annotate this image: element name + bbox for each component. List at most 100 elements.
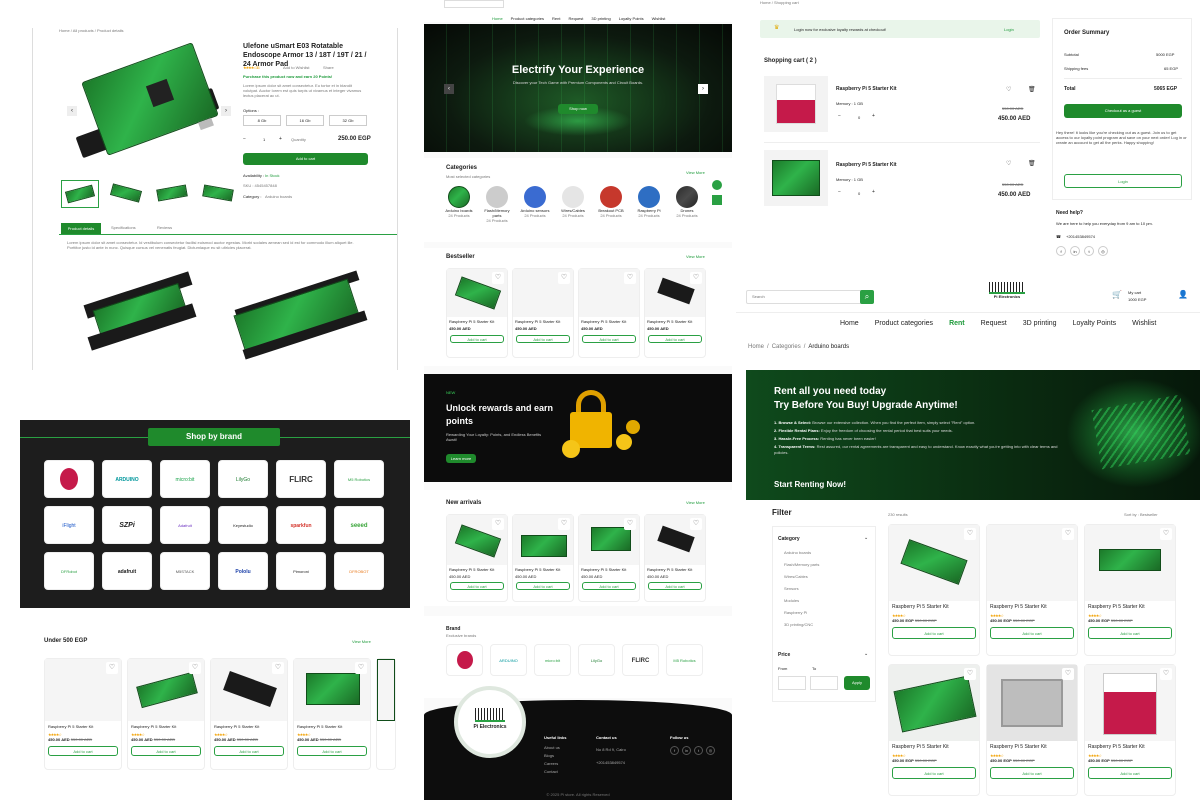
product-card[interactable]: ♡ Raspberry Pi 5 Starter Kit ★★★★☆ 450.0… — [127, 658, 205, 770]
add-to-cart-button[interactable]: Add to cart — [516, 335, 570, 343]
cart-item-2-trash-icon[interactable]: 🗑 — [1028, 160, 1036, 167]
add-to-cart-button[interactable]: Add to cart — [450, 335, 504, 343]
hero-shop-button[interactable]: Shop now — [558, 104, 598, 114]
summary-login-button[interactable]: Login — [1064, 174, 1182, 188]
wishlist-heart-icon[interactable]: ♡ — [624, 272, 636, 284]
brand-microbit-logo[interactable]: micro:bit — [534, 644, 571, 676]
product-card[interactable]: ♡ Raspberry Pi 5 Starter Kit 450.00 AED A… — [644, 514, 706, 602]
share-link[interactable]: Share — [323, 65, 334, 70]
product-card[interactable]: ♡ Raspberry Pi 5 Starter Kit ★★★★☆ 450.0… — [1084, 524, 1176, 656]
add-to-cart-button[interactable]: Add to cart — [892, 767, 976, 779]
filter-option[interactable]: Flash/Memory parts — [784, 562, 819, 574]
rent-nav-rent[interactable]: Rent — [949, 320, 965, 327]
product-card[interactable]: ♡ Raspberry Pi 5 Starter Kit ★★★★☆ 450.0… — [888, 664, 980, 796]
wishlist-heart-icon[interactable]: ♡ — [624, 518, 636, 530]
wishlist-heart-icon[interactable]: ♡ — [964, 668, 976, 680]
category-item[interactable]: Wires/Cables 24 Products — [558, 186, 588, 223]
product-card[interactable]: ♡ Raspberry Pi 5 Starter Kit ★★★★☆ 450.0… — [210, 658, 288, 770]
linkedin-icon[interactable]: in — [682, 746, 691, 755]
wishlist-heart-icon[interactable]: ♡ — [964, 528, 976, 540]
apply-button[interactable]: Apply — [844, 676, 870, 690]
wishlist-heart-icon[interactable]: ♡ — [690, 518, 702, 530]
sort-select[interactable]: Sort by : Bestseller — [1124, 512, 1158, 517]
wishlist-heart-icon[interactable]: ♡ — [558, 272, 570, 284]
add-to-cart-button[interactable]: Add to cart — [582, 335, 636, 343]
filter-option[interactable]: 3D printing/CNC — [784, 622, 819, 634]
add-to-cart-button[interactable]: Add to cart — [1088, 767, 1172, 779]
add-to-cart-button[interactable]: Add to cart — [990, 627, 1074, 639]
brand-pololu-logo[interactable]: Pololu — [218, 552, 268, 590]
add-to-cart-button[interactable]: Add to cart — [1088, 627, 1172, 639]
filter-option[interactable]: Modules — [784, 598, 819, 610]
brand-arduino-logo[interactable]: ARDUINO — [102, 460, 152, 498]
thumbnail-1[interactable] — [61, 180, 99, 208]
rewards-learn-button[interactable]: Learn more — [446, 454, 476, 463]
next-image-arrow[interactable]: › — [221, 106, 231, 116]
filter-option[interactable]: Arduino boards — [784, 550, 819, 562]
product-card[interactable]: ♡ Raspberry Pi 5 Starter Kit 450.00 AED A… — [512, 268, 574, 358]
cart-item-2-qty[interactable]: 0 — [858, 191, 860, 196]
wishlist-heart-icon[interactable]: ♡ — [1160, 528, 1172, 540]
cart-item-1-minus[interactable]: − — [838, 113, 841, 119]
brand-m5-logo[interactable]: M5 Robotics — [666, 644, 703, 676]
rent-nav-categories[interactable]: Product categories — [875, 320, 933, 327]
filter-category-chevron-icon[interactable]: ⌄ — [864, 535, 868, 541]
price-to-input[interactable] — [810, 676, 838, 690]
nav-home[interactable]: Home — [492, 16, 503, 21]
brand-microbit-logo[interactable]: micro:bit — [160, 460, 210, 498]
brand-pimoroni-logo[interactable]: Pimoroni — [276, 552, 326, 590]
add-to-cart-button[interactable]: Add to cart — [450, 582, 504, 590]
brand-szpi-logo[interactable]: SZPi — [102, 506, 152, 544]
footer-link-about[interactable]: About us — [544, 745, 560, 750]
cart-item-1-qty[interactable]: 0 — [858, 115, 860, 120]
wishlist-heart-icon[interactable]: ♡ — [492, 518, 504, 530]
nav-3d-printing[interactable]: 3D printing — [591, 16, 610, 21]
brand-adafruit-black-logo[interactable]: adafruit — [102, 552, 152, 590]
qty-value[interactable]: 1 — [263, 137, 265, 142]
brand-lilygo-logo[interactable]: LilyGo — [218, 460, 268, 498]
product-card[interactable]: ♡ Raspberry Pi 5 Starter Kit ★★★★☆ 450.0… — [986, 664, 1078, 796]
tab-reviews[interactable]: Reviews — [157, 225, 172, 230]
wishlist-heart-icon[interactable]: ♡ — [189, 662, 201, 674]
add-to-cart-button[interactable]: Add to cart — [892, 627, 976, 639]
product-card[interactable]: ♡ Raspberry Pi 5 Starter Kit 450.00 AED A… — [512, 514, 574, 602]
user-icon[interactable]: 👤 — [1178, 290, 1188, 299]
nav-rent[interactable]: Rent — [552, 16, 560, 21]
twitter-icon[interactable]: t — [1084, 246, 1094, 256]
option-16gb[interactable]: 16 Gb — [286, 115, 324, 126]
wishlist-heart-icon[interactable]: ♡ — [1062, 528, 1074, 540]
brand-flirc-logo[interactable]: FLIRC — [276, 460, 326, 498]
brand-seeed-logo[interactable]: seeed — [334, 506, 384, 544]
thumbnail-2[interactable] — [107, 180, 145, 208]
linkedin-icon[interactable]: in — [1070, 246, 1080, 256]
brand-adafruit-logo[interactable]: Adafruit — [160, 506, 210, 544]
rent-nav-wishlist[interactable]: Wishlist — [1132, 320, 1156, 327]
wishlist-heart-icon[interactable]: ♡ — [1160, 668, 1172, 680]
cart-item-2-heart-icon[interactable]: ♡ — [1006, 160, 1011, 167]
brand-raspberry-logo[interactable] — [446, 644, 483, 676]
brand-m5stack-logo[interactable]: M5STACK — [160, 552, 210, 590]
rent-nav-loyalty[interactable]: Loyalty Points — [1073, 320, 1117, 327]
filter-category-title[interactable]: Category — [778, 536, 800, 542]
add-to-cart-button[interactable]: Add to cart — [214, 746, 284, 756]
instagram-icon[interactable]: ◎ — [706, 746, 715, 755]
brand-lilygo-logo[interactable]: LilyGo — [578, 644, 615, 676]
home-search-input[interactable] — [444, 0, 504, 8]
add-to-cart-button[interactable]: Add to cart — [582, 582, 636, 590]
tab-specifications[interactable]: Specifications — [111, 225, 136, 230]
product-card[interactable]: ♡ Raspberry Pi 5 Starter Kit 450.00 AED A… — [578, 268, 640, 358]
prev-image-arrow[interactable]: ‹ — [67, 106, 77, 116]
category-item[interactable]: Arduino sensors 24 Products — [520, 186, 550, 223]
add-to-cart-button[interactable]: Add to cart — [131, 746, 201, 756]
product-card[interactable]: ♡ Raspberry Pi 5 Starter Kit ★★★★☆ 450.0… — [1084, 664, 1176, 796]
product-card[interactable]: ♡ Raspberry Pi 5 Starter Kit ★★★★☆ 450.0… — [986, 524, 1078, 656]
nav-wishlist[interactable]: Wishlist — [652, 16, 666, 21]
rent-nav-request[interactable]: Request — [981, 320, 1007, 327]
nav-product-categories[interactable]: Product categories — [511, 16, 544, 21]
facebook-icon[interactable]: f — [1056, 246, 1066, 256]
brand-dfrobot-orange-logo[interactable]: DFROBOT — [334, 552, 384, 590]
add-to-cart-button[interactable]: Add to cart — [243, 153, 368, 165]
hero-prev-arrow[interactable]: ‹ — [444, 84, 454, 94]
add-to-cart-button[interactable]: Add to cart — [648, 582, 702, 590]
brand-arduino-logo[interactable]: ARDUINO — [490, 644, 527, 676]
